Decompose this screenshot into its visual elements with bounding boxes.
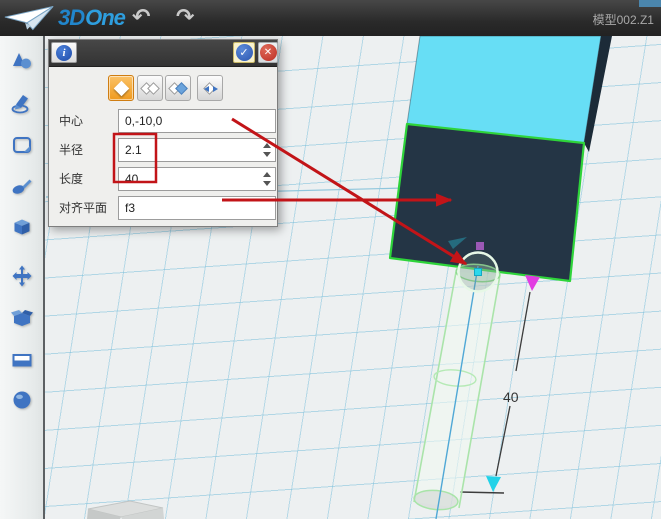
radius-input[interactable] (118, 138, 276, 162)
close-button[interactable]: ✕ (258, 42, 278, 63)
logo-text: 3DOne (58, 5, 125, 31)
boolean-base-button[interactable] (108, 75, 134, 101)
material-icon[interactable] (10, 388, 34, 412)
align-plane-label: 对齐平面 (59, 196, 107, 220)
diamond-icon (113, 80, 129, 96)
cylinder-dialog: i ✓ ✕ (48, 39, 278, 227)
undo-icon[interactable]: ↶ (132, 3, 150, 31)
boolean-add-button[interactable] (137, 75, 163, 101)
tool-sidebar (0, 36, 45, 519)
solid-icon[interactable] (10, 216, 34, 240)
close-icon: ✕ (260, 44, 277, 61)
section-icon[interactable] (10, 348, 34, 372)
center-field-row: 中心 (49, 109, 279, 133)
intersect-arrows-icon (204, 86, 218, 92)
boolean-intersect-button[interactable] (197, 75, 223, 101)
corner-tab (639, 0, 661, 7)
dialog-titlebar[interactable]: i ✓ ✕ (49, 40, 277, 67)
redo-icon[interactable]: ↷ (176, 3, 194, 31)
paper-plane-icon (2, 3, 56, 33)
sketch-plane-icon[interactable] (10, 133, 34, 157)
length-label: 长度 (59, 167, 83, 191)
center-input[interactable] (118, 109, 276, 133)
length-stepper[interactable] (263, 171, 272, 187)
deform-icon[interactable] (10, 174, 34, 198)
confirm-button[interactable]: ✓ (233, 42, 255, 63)
3done-app-window: 3DOne ↶ ↷ 模型002.Z1 (0, 0, 661, 519)
document-title: 模型002.Z1 (593, 11, 654, 28)
info-icon: i (56, 45, 72, 61)
title-bar: 3DOne ↶ ↷ 模型002.Z1 (0, 0, 661, 36)
boolean-mode-row (49, 75, 279, 101)
primitives-icon[interactable] (10, 50, 34, 74)
radius-label: 半径 (59, 138, 83, 162)
align-plane-input[interactable] (118, 196, 276, 220)
sketch-icon[interactable] (10, 91, 34, 115)
info-button[interactable]: i (51, 42, 77, 63)
move-icon[interactable] (10, 264, 34, 288)
combine-icon[interactable] (10, 306, 34, 330)
radius-field-row: 半径 (49, 138, 279, 162)
app-logo: 3DOne (2, 3, 125, 33)
length-input[interactable] (118, 167, 276, 191)
radius-stepper[interactable] (263, 142, 272, 158)
center-label: 中心 (59, 109, 83, 133)
boolean-subtract-button[interactable] (165, 75, 191, 101)
align-plane-field-row: 对齐平面 (49, 196, 279, 220)
check-icon: ✓ (236, 44, 253, 61)
length-field-row: 长度 (49, 167, 279, 191)
